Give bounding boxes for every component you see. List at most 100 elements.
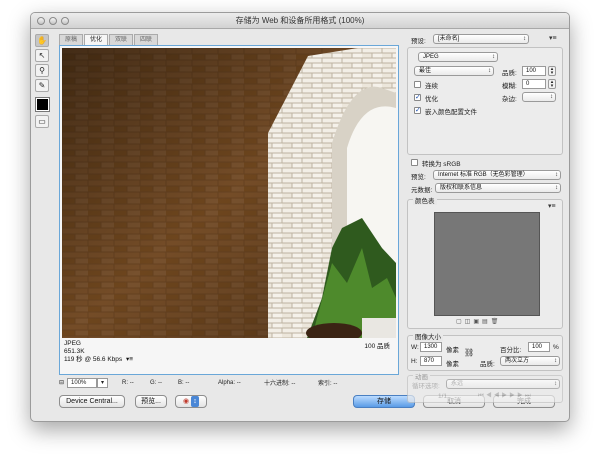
brick-wall-photo xyxy=(62,48,396,338)
color-table-menu-icon[interactable]: ▾≡ xyxy=(548,202,556,210)
loop-label: 循环选项: xyxy=(412,383,440,390)
file-format-select[interactable]: JPEG xyxy=(418,52,498,62)
save-for-web-dialog: 存储为 Web 和设备所用格式 (100%) ✋ ↖ ⚲ ✎ ▭ 原稿 优化 双… xyxy=(30,12,570,422)
zoom-level-stepper[interactable]: ▾ xyxy=(97,377,109,388)
blur-input[interactable]: 0 xyxy=(522,79,546,89)
panel-menu-icon[interactable]: ▾≡ xyxy=(549,34,557,42)
quality-stepper[interactable]: ▴ ▾ xyxy=(548,66,556,76)
map-transparent-icon[interactable]: ▢ xyxy=(456,319,465,325)
metadata-label: 元数据: xyxy=(411,187,433,194)
browser-icon: ◉ xyxy=(182,398,190,405)
percent-unit: % xyxy=(553,344,559,351)
toggle-slices-icon[interactable]: ▭ xyxy=(35,115,49,128)
progressive-checkbox[interactable] xyxy=(414,81,421,88)
preset-select[interactable]: [未命名] xyxy=(433,34,529,44)
window-title: 存储为 Web 和设备所用格式 (100%) xyxy=(235,16,365,25)
quality-label: 品质: xyxy=(502,70,517,77)
lock-color-icon[interactable]: ▣ xyxy=(473,319,482,325)
height-unit: 像素 xyxy=(446,361,459,368)
animation-controls: ⏮◀◀▶▶▶⏭ xyxy=(478,392,533,400)
eyedropper-color-swatch[interactable] xyxy=(35,97,50,112)
red-readout: R: -- xyxy=(122,379,134,386)
animation-group: 循环选项: 永远 1/1 ⏮◀◀▶▶▶⏭ xyxy=(407,375,563,403)
color-table-swatches[interactable] xyxy=(434,212,540,316)
minimize-window-icon[interactable] xyxy=(49,17,57,25)
preview-profile-select[interactable]: Internet 标准 RGB（无色彩管理） xyxy=(433,170,561,180)
color-table-group: ▾≡ ▢◫▣▤🗑 xyxy=(407,199,563,329)
tab-2-up[interactable]: 双联 xyxy=(109,34,134,45)
green-readout: G: -- xyxy=(150,379,163,386)
progressive-label: 连续 xyxy=(425,83,438,90)
eyedropper-tool-icon[interactable]: ✎ xyxy=(35,79,49,92)
tab-optimized[interactable]: 优化 xyxy=(84,34,109,45)
embed-profile-checkbox[interactable]: ✓ xyxy=(414,107,421,114)
save-button[interactable]: 存储 xyxy=(353,395,415,408)
preview-pane: JPEG 651.3K 119 秒 @ 56.6 Kbps ▾≡ 100 品质 xyxy=(59,45,399,375)
convert-srgb-label: 转换为 sRGB xyxy=(422,161,461,168)
tab-original[interactable]: 原稿 xyxy=(59,34,84,45)
preview-label: 预览: xyxy=(411,174,426,181)
preview-quality: 100 品质 xyxy=(364,343,390,350)
preview-image[interactable] xyxy=(62,48,396,338)
constrain-proportions-icon[interactable]: ⛓ xyxy=(464,348,474,357)
width-unit: 像素 xyxy=(446,347,459,354)
next-frame-icon[interactable]: ▶▶ xyxy=(509,392,525,399)
first-frame-icon[interactable]: ⏮ xyxy=(478,392,486,399)
zoom-minus-button[interactable]: ⊟ xyxy=(59,379,64,386)
title-bar: 存储为 Web 和设备所用格式 (100%) xyxy=(31,13,569,29)
height-input[interactable]: 870 xyxy=(420,356,442,366)
resample-quality-label: 品质: xyxy=(480,361,495,368)
preview-format: JPEG xyxy=(64,340,81,347)
hex-readout: 十六进制: -- xyxy=(264,381,296,387)
slice-select-tool-icon[interactable]: ↖ xyxy=(35,49,49,62)
alpha-readout: Alpha: -- xyxy=(218,379,241,386)
status-bar: ⊟ 100% ▾ R: -- G: -- B: -- Alpha: -- 十六进… xyxy=(59,377,399,388)
matte-label: 杂边: xyxy=(502,96,517,103)
resample-quality-select[interactable]: 两次立方 xyxy=(500,356,560,366)
format-settings-group: JPEG 最佳 品质: 100 ▴▾ 连续 模糊: 0 ▴▾ ✓ 优化 杂边: … xyxy=(407,47,563,155)
preview-info: JPEG 651.3K 119 秒 @ 56.6 Kbps ▾≡ xyxy=(64,340,133,364)
zoom-tool-icon[interactable]: ⚲ xyxy=(35,64,49,77)
width-input[interactable]: 1300 xyxy=(420,342,442,352)
frame-counter: 1/1 xyxy=(438,393,448,400)
prev-frame-icon[interactable]: ◀◀ xyxy=(486,392,502,399)
optimized-checkbox[interactable]: ✓ xyxy=(414,94,421,101)
browser-preview-select[interactable]: ◉ ↕ xyxy=(175,395,207,408)
height-label: H: xyxy=(411,358,418,365)
animation-title: 动画 xyxy=(413,371,430,381)
quality-input[interactable]: 100 xyxy=(522,66,546,76)
new-color-icon[interactable]: ▤ xyxy=(482,319,491,325)
preset-label: 预设: xyxy=(411,38,426,45)
delete-color-icon[interactable]: 🗑 xyxy=(491,319,502,325)
toolbox: ✋ ↖ ⚲ ✎ ▭ xyxy=(35,34,50,130)
close-window-icon[interactable] xyxy=(37,17,45,25)
color-table-toolbar: ▢◫▣▤🗑 xyxy=(456,318,501,325)
blur-label: 模糊: xyxy=(502,83,517,90)
blue-readout: B: -- xyxy=(178,379,190,386)
width-label: W: xyxy=(411,344,419,351)
browser-select-stepper-icon[interactable]: ↕ xyxy=(191,396,200,407)
last-frame-icon[interactable]: ⏭ xyxy=(525,392,533,399)
index-readout: 索引: -- xyxy=(318,381,338,387)
loop-select[interactable]: 永远 xyxy=(446,379,560,389)
quality-preset-select[interactable]: 最佳 xyxy=(414,66,494,76)
blur-stepper[interactable]: ▴ ▾ xyxy=(548,79,556,89)
percent-input[interactable]: 100 xyxy=(528,342,550,352)
tab-4-up[interactable]: 四联 xyxy=(134,34,159,45)
zoom-window-icon[interactable] xyxy=(61,17,69,25)
hand-tool-icon[interactable]: ✋ xyxy=(35,34,49,47)
zoom-level-select[interactable]: 100% xyxy=(67,377,98,388)
color-table-title: 颜色表 xyxy=(413,195,437,205)
embed-profile-label: 嵌入颜色配置文件 xyxy=(425,109,477,116)
percent-label: 百分比: xyxy=(500,347,522,354)
download-rate-menu-icon[interactable]: ▾≡ xyxy=(126,356,133,363)
preview-file-size: 651.3K xyxy=(64,348,85,355)
metadata-select[interactable]: 版权和联系信息 xyxy=(435,183,561,193)
optimized-label: 优化 xyxy=(425,96,438,103)
device-central-button[interactable]: Device Central... xyxy=(59,395,125,408)
image-size-title: 图像大小 xyxy=(413,331,443,341)
convert-srgb-checkbox[interactable] xyxy=(411,159,418,166)
matte-select[interactable] xyxy=(522,92,556,102)
preview-button[interactable]: 预览... xyxy=(135,395,167,408)
view-tabs: 原稿 优化 双联 四联 xyxy=(59,34,159,45)
